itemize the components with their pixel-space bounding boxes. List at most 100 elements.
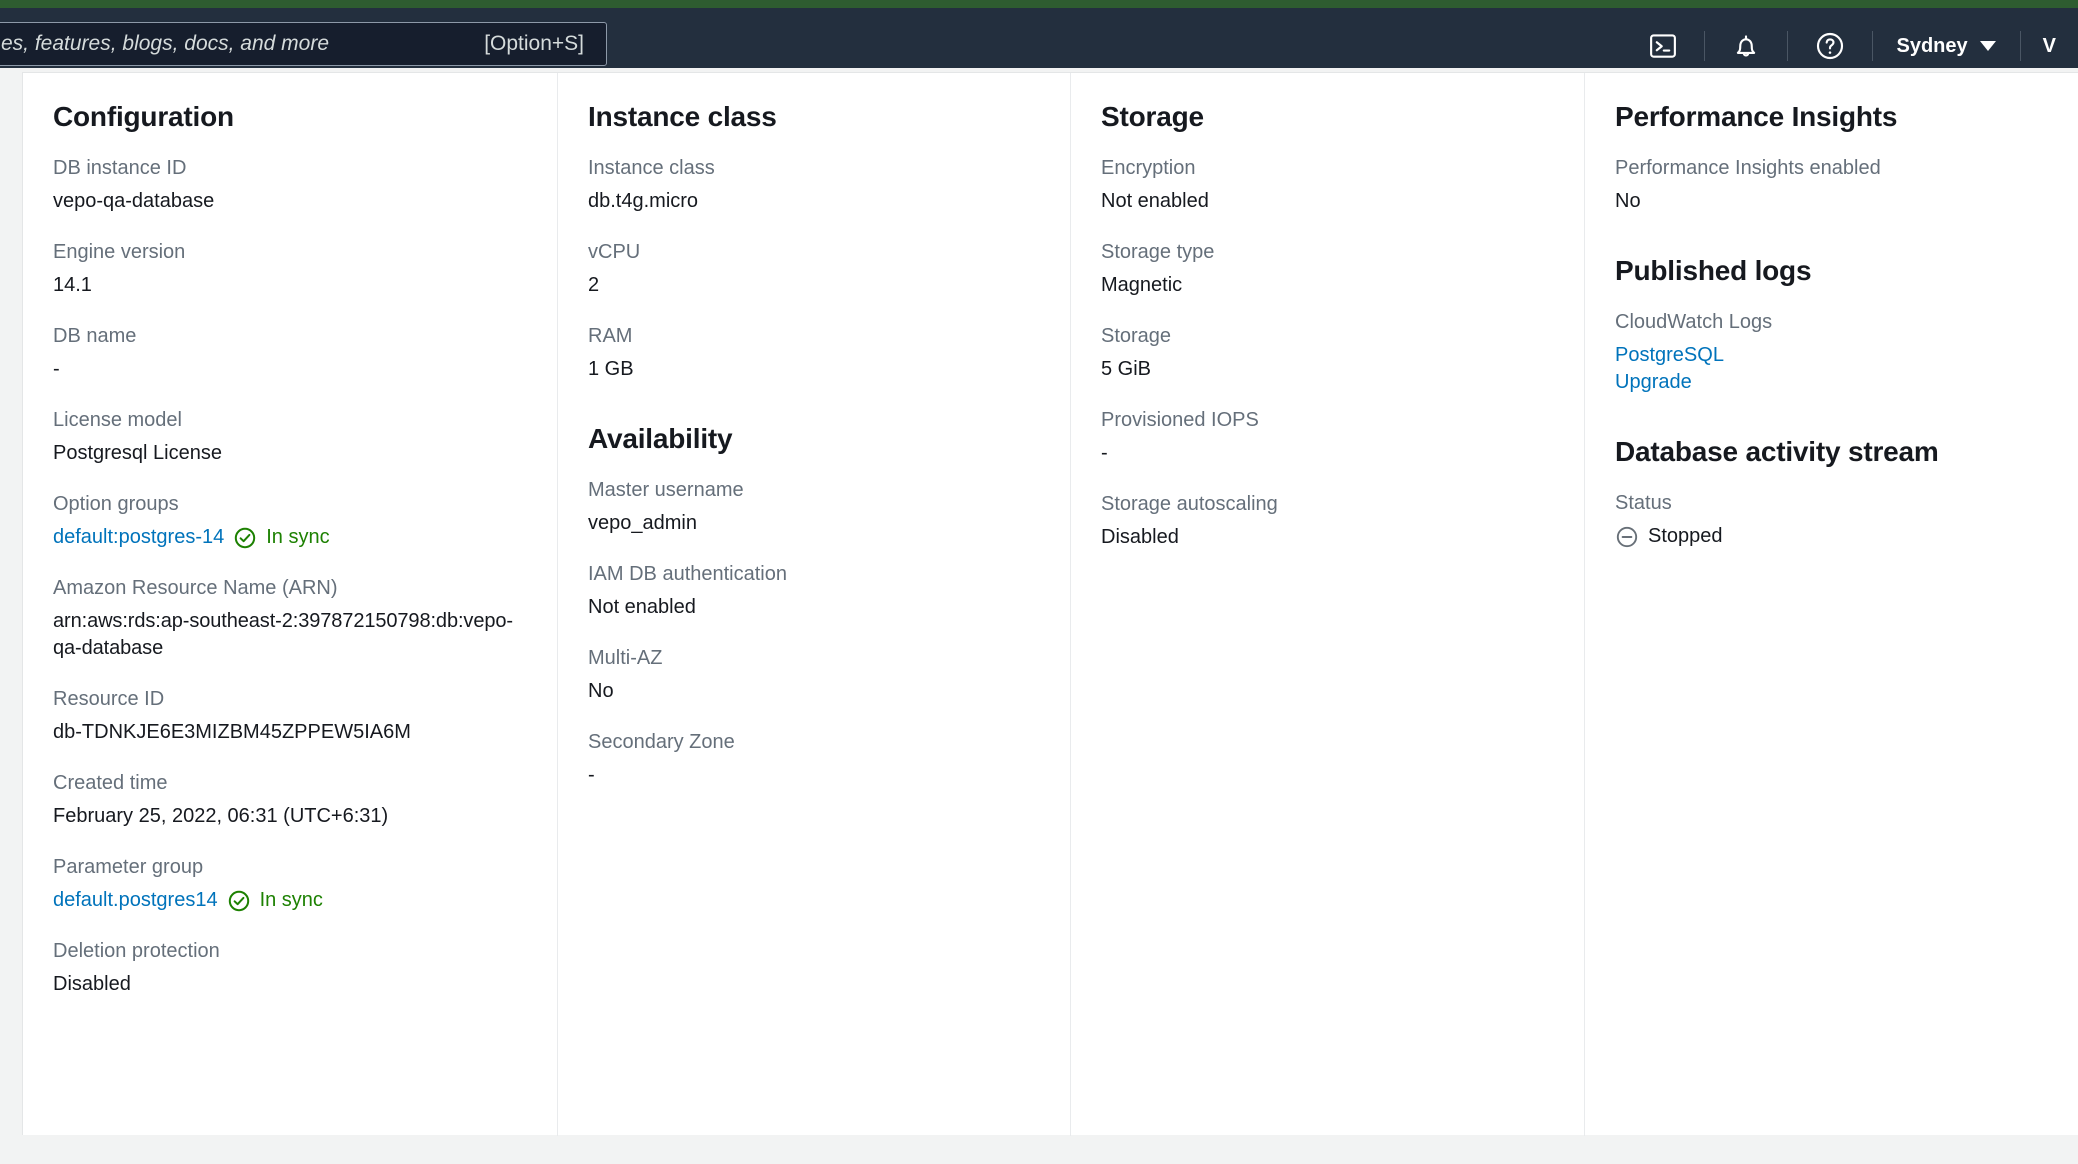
region-label: Sydney: [1896, 34, 1968, 57]
field-value: db-TDNKJE6E3MIZBM45ZPPEW5IA6M: [53, 721, 411, 743]
field-label: Secondary Zone: [588, 731, 735, 753]
chevron-down-icon: [1979, 41, 1996, 51]
field-engine-version: Engine version 14.1: [53, 239, 527, 299]
cloudshell-terminal-icon: [1648, 31, 1678, 61]
field-activity-stream-status: Status Stopped: [1615, 490, 2049, 550]
field-label: Multi-AZ: [588, 647, 663, 669]
cloudwatch-log-link-upgrade[interactable]: Upgrade: [1615, 369, 2049, 396]
database-activity-stream-heading: Database activity stream: [1615, 436, 1939, 467]
published-logs-heading: Published logs: [1615, 255, 1812, 286]
global-nav-actions: Sydney V: [1622, 16, 2078, 76]
field-value: db.t4g.micro: [588, 190, 699, 212]
instance-class-heading: Instance class: [588, 101, 777, 132]
field-value: Disabled: [1101, 526, 1179, 548]
field-value: February 25, 2022, 06:31 (UTC+6:31): [53, 805, 389, 827]
field-label: Storage type: [1101, 241, 1215, 263]
db-instance-details-panel: Configuration DB instance ID vepo-qa-dat…: [22, 72, 2078, 1136]
field-created-time: Created time February 25, 2022, 06:31 (U…: [53, 770, 527, 830]
field-parameter-group: Parameter group default.postgres14 In sy…: [53, 854, 527, 914]
search-shortcut-hint: [Option+S]: [484, 32, 584, 55]
storage-column: Storage Encryption Not enabled Storage t…: [1070, 73, 1584, 1136]
search-placeholder-text: es, features, blogs, docs, and more: [1, 32, 330, 55]
field-label: Master username: [588, 479, 744, 501]
field-label: Amazon Resource Name (ARN): [53, 577, 338, 599]
field-label: IAM DB authentication: [588, 563, 787, 585]
field-label: Resource ID: [53, 688, 165, 710]
configuration-heading: Configuration: [53, 101, 234, 132]
check-circle-icon: [233, 526, 257, 550]
field-value: Magnetic: [1101, 274, 1183, 296]
region-selector[interactable]: Sydney: [1873, 16, 2020, 76]
field-provisioned-iops: Provisioned IOPS -: [1101, 407, 1554, 467]
field-value: 5 GiB: [1101, 358, 1152, 380]
minus-circle-icon: [1615, 525, 1639, 549]
field-label: Performance Insights enabled: [1615, 157, 1881, 179]
field-value: 14.1: [53, 274, 92, 296]
performance-insights-column: Performance Insights Performance Insight…: [1584, 73, 2078, 1136]
field-resource-id: Resource ID db-TDNKJE6E3MIZBM45ZPPEW5IA6…: [53, 686, 527, 746]
field-value: vepo-qa-database: [53, 190, 215, 212]
account-label: V: [2042, 34, 2056, 57]
global-navigation-bar: es, features, blogs, docs, and more [Opt…: [0, 8, 2078, 68]
question-circle-icon: [1814, 30, 1846, 62]
field-value: 2: [588, 274, 600, 296]
field-deletion-protection: Deletion protection Disabled: [53, 938, 527, 998]
details-columns: Configuration DB instance ID vepo-qa-dat…: [23, 73, 2078, 1136]
field-label: DB name: [53, 325, 137, 347]
field-label: Provisioned IOPS: [1101, 409, 1259, 431]
field-label: RAM: [588, 325, 633, 347]
bell-icon: [1731, 31, 1761, 61]
field-option-groups: Option groups default:postgres-14 In syn…: [53, 491, 527, 551]
parameter-group-link[interactable]: default.postgres14: [53, 887, 218, 914]
field-db-name: DB name -: [53, 323, 527, 383]
help-button[interactable]: [1788, 16, 1872, 76]
field-label: Deletion protection: [53, 940, 220, 962]
field-iam-db-authentication: IAM DB authentication Not enabled: [588, 561, 1040, 621]
brand-accent-strip: [0, 0, 2078, 8]
parameter-group-sync-status: In sync: [259, 889, 323, 911]
field-license-model: License model Postgresql License: [53, 407, 527, 467]
field-value: Postgresql License: [53, 442, 222, 464]
field-storage-autoscaling: Storage autoscaling Disabled: [1101, 491, 1554, 551]
field-label: Created time: [53, 772, 168, 794]
field-label: CloudWatch Logs: [1615, 311, 1773, 333]
field-label: Storage: [1101, 325, 1172, 347]
account-menu[interactable]: V: [2021, 16, 2078, 76]
field-value: No: [1615, 190, 1641, 212]
cloudwatch-log-link-postgresql[interactable]: PostgreSQL: [1615, 342, 2049, 369]
configuration-column: Configuration DB instance ID vepo-qa-dat…: [23, 73, 557, 1136]
field-label: Encryption: [1101, 157, 1196, 179]
field-encryption: Encryption Not enabled: [1101, 155, 1554, 215]
field-storage-type: Storage type Magnetic: [1101, 239, 1554, 299]
field-ram: RAM 1 GB: [588, 323, 1040, 383]
activity-stream-status-text: Stopped: [1648, 525, 1723, 547]
field-vcpu: vCPU 2: [588, 239, 1040, 299]
field-label: Storage autoscaling: [1101, 493, 1278, 515]
check-circle-icon: [227, 889, 251, 913]
option-group-link[interactable]: default:postgres-14: [53, 524, 224, 551]
global-search-input[interactable]: es, features, blogs, docs, and more [Opt…: [0, 22, 607, 66]
field-value: -: [53, 358, 60, 380]
field-label: vCPU: [588, 241, 641, 263]
field-value: Not enabled: [1101, 190, 1209, 212]
field-value: -: [1101, 442, 1108, 464]
option-group-sync-status: In sync: [266, 526, 330, 548]
field-label: License model: [53, 409, 182, 431]
performance-insights-heading: Performance Insights: [1615, 101, 1898, 132]
instance-class-column: Instance class Instance class db.t4g.mic…: [557, 73, 1070, 1136]
field-label: Status: [1615, 492, 1672, 514]
field-arn: Amazon Resource Name (ARN) arn:aws:rds:a…: [53, 575, 527, 662]
field-secondary-zone: Secondary Zone -: [588, 729, 1040, 789]
notifications-button[interactable]: [1705, 16, 1787, 76]
field-value: vepo_admin: [588, 512, 697, 534]
field-label: Option groups: [53, 493, 179, 515]
field-performance-insights-enabled: Performance Insights enabled No: [1615, 155, 2049, 215]
cloudshell-button[interactable]: [1622, 16, 1704, 76]
field-instance-class: Instance class db.t4g.micro: [588, 155, 1040, 215]
availability-heading: Availability: [588, 423, 733, 454]
field-value: Disabled: [53, 973, 131, 995]
field-master-username: Master username vepo_admin: [588, 477, 1040, 537]
field-label: Instance class: [588, 157, 715, 179]
field-value: No: [588, 680, 614, 702]
field-db-instance-id: DB instance ID vepo-qa-database: [53, 155, 527, 215]
